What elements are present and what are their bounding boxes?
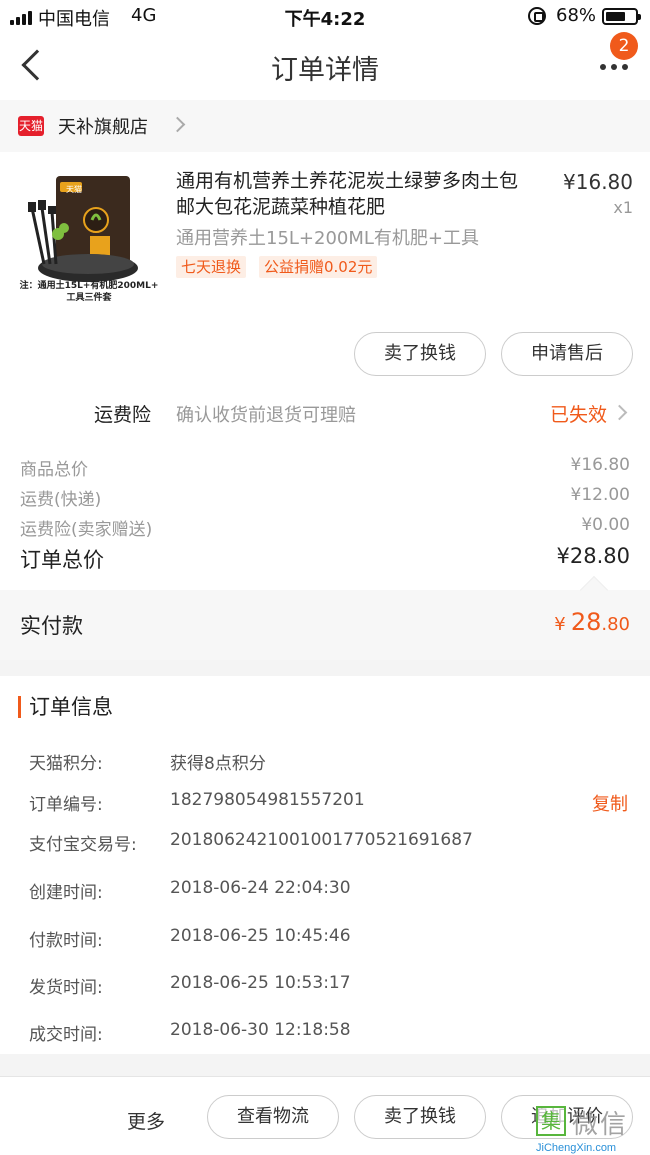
info-label-completed: 成交时间: xyxy=(29,1025,103,1045)
order-total-value: ¥28.80 xyxy=(556,544,630,568)
tmall-logo-icon: 天猫 xyxy=(18,116,44,136)
watermark-text: 微信 xyxy=(572,1110,629,1140)
order-info-heading: 订单信息 xyxy=(18,696,113,718)
order-info-section: 订单信息 天猫积分: 获得8点积分 订单编号: 1827980549815572… xyxy=(0,676,650,1054)
shop-row[interactable]: 天猫 天补旗舰店 xyxy=(0,100,650,152)
product-quantity: x1 xyxy=(613,198,633,217)
info-value-completed: 2018-06-30 12:18:58 xyxy=(170,1020,351,1040)
info-label-created: 创建时间: xyxy=(29,883,103,903)
insurance-status[interactable]: 已失效 xyxy=(550,400,607,427)
battery-icon xyxy=(602,8,641,25)
goods-total-label: 商品总价 xyxy=(20,460,88,480)
sell-exchange-bottom-button[interactable]: 卖了换钱 xyxy=(354,1095,486,1139)
info-label-order-number: 订单编号: xyxy=(29,795,103,815)
shop-name: 天补旗舰店 xyxy=(58,117,148,138)
goods-total-value: ¥16.80 xyxy=(570,455,630,475)
image-caption-line-1: 注：通用土15L+有机肥200ML+ xyxy=(19,281,159,291)
order-total-label: 订单总价 xyxy=(20,548,104,572)
image-brand-label: 天猫 xyxy=(66,185,82,194)
nav-bar: 订单详情 xyxy=(0,34,650,100)
watermark-logo-icon: 集 xyxy=(536,1106,566,1136)
copy-button[interactable]: 复制 xyxy=(592,790,628,816)
info-value-alipay-number: 2018062421001001770521691687 xyxy=(170,830,473,850)
status-bar: 中国电信 4G 下午4:22 68% xyxy=(0,0,650,34)
tag-seven-day-return: 七天退换 xyxy=(176,256,247,278)
product-price: ¥16.80 xyxy=(563,170,633,194)
info-label-paid: 付款时间: xyxy=(29,931,103,951)
product-title[interactable]: 通用有机营养土养花泥炭土绿萝多肉土包邮大包花泥蔬菜种植花肥 xyxy=(176,168,536,220)
more-button[interactable]: 更多 xyxy=(127,1107,165,1134)
insurance-fee-value: ¥0.00 xyxy=(581,515,630,535)
insurance-label: 运费险 xyxy=(94,404,152,426)
info-value-paid: 2018-06-25 10:45:46 xyxy=(170,926,351,946)
after-sale-button[interactable]: 申请售后 xyxy=(501,332,633,376)
insurance-desc: 确认收货前退货可理赔 xyxy=(176,405,356,426)
more-icon[interactable] xyxy=(600,64,628,70)
page-title: 订单详情 xyxy=(271,55,379,86)
watermark-url: JiChengXin.com xyxy=(536,1142,617,1154)
paid-amount-row: 实付款 ¥ 28.80 xyxy=(0,575,650,660)
rotation-lock-icon xyxy=(528,7,546,25)
view-logistics-button[interactable]: 查看物流 xyxy=(207,1095,339,1139)
product-image[interactable]: 注：通用土15L+有机肥200ML+ 工具三件套 天猫 xyxy=(18,168,160,310)
paid-label: 实付款 xyxy=(20,614,83,638)
notification-badge: 2 xyxy=(610,32,638,60)
chevron-right-icon xyxy=(611,404,628,421)
status-time: 下午4:22 xyxy=(284,9,366,30)
info-value-order-number: 182798054981557201 xyxy=(170,790,365,810)
tag-charity: 公益捐赠0.02元 xyxy=(259,256,378,278)
watermark: 集 微信 JiChengXin.com xyxy=(532,1104,650,1155)
image-caption-line-2: 工具三件套 xyxy=(66,293,112,303)
chevron-right-icon xyxy=(169,116,186,133)
order-card: 天猫 天补旗舰店 注：通用土15L+有机肥200ML+ 工具三件套 天猫 通用有… xyxy=(0,100,650,660)
info-value-points: 获得8点积分 xyxy=(170,754,266,774)
info-label-alipay-number: 支付宝交易号: xyxy=(29,835,137,855)
info-value-created: 2018-06-24 22:04:30 xyxy=(170,878,351,898)
battery-percent: 68% xyxy=(556,5,597,26)
shipping-label: 运费(快递) xyxy=(20,490,102,510)
insurance-fee-label: 运费险(卖家赠送) xyxy=(20,520,153,540)
paid-amount: ¥ 28.80 xyxy=(554,608,630,636)
shipping-value: ¥12.00 xyxy=(570,485,630,505)
sell-exchange-button[interactable]: 卖了换钱 xyxy=(354,332,486,376)
product-spec: 通用营养土15L+200ML有机肥+工具 xyxy=(176,228,480,249)
info-label-points: 天猫积分: xyxy=(29,754,103,774)
info-value-shipped: 2018-06-25 10:53:17 xyxy=(170,973,351,993)
info-label-shipped: 发货时间: xyxy=(29,978,103,998)
